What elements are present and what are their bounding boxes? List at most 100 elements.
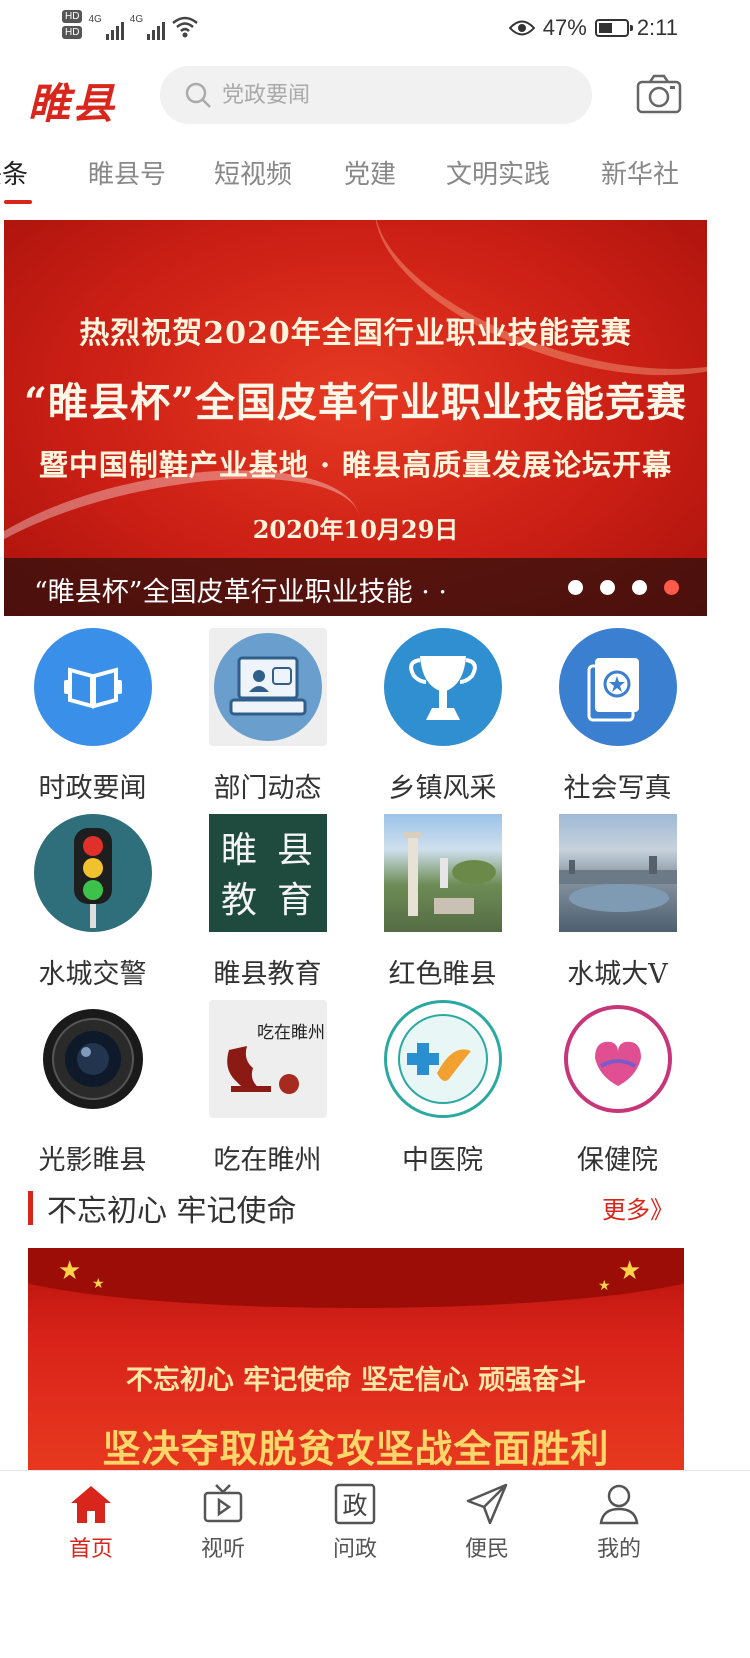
carousel-dots bbox=[568, 580, 679, 595]
grid-item-tcm-hospital[interactable]: 中医院 bbox=[355, 1000, 530, 1177]
grid-item-label: 乡镇风采 bbox=[388, 773, 497, 804]
politics-char: 政 bbox=[342, 1491, 367, 1520]
nav-audio-video[interactable]: 视听 bbox=[168, 1481, 278, 1563]
tv-play-icon bbox=[203, 1484, 243, 1523]
blackboard-char: 教 bbox=[220, 880, 256, 921]
poster-headline: 坚决夺取脱贫攻坚战全面胜利 bbox=[102, 1426, 610, 1471]
network-indicators: HD HD 4G 4G bbox=[62, 10, 199, 40]
tab-headlines[interactable]: 头条 bbox=[0, 154, 28, 191]
eye-icon bbox=[508, 20, 535, 36]
more-link[interactable]: 更多》 bbox=[602, 1190, 674, 1225]
photo-book-icon bbox=[558, 628, 677, 746]
banner-headline-1: 热烈祝贺2020年全国行业职业技能竞赛 bbox=[79, 316, 632, 351]
grid-item-red-suixian[interactable]: 红色睢县 bbox=[355, 814, 530, 991]
computer-icon bbox=[208, 628, 327, 746]
paper-plane-icon bbox=[466, 1483, 508, 1525]
banner-headline-3: 暨中国制鞋产业基地 · 睢县高质量发展论坛开幕 bbox=[38, 448, 673, 482]
traffic-light-icon bbox=[33, 814, 152, 932]
maternal-health-logo-icon bbox=[558, 1000, 677, 1118]
blackboard-char: 睢 bbox=[220, 830, 256, 871]
user-icon bbox=[599, 1484, 639, 1525]
tab-civilization-practice[interactable]: 文明实践 bbox=[446, 154, 550, 191]
grid-item-label: 时政要闻 bbox=[38, 773, 147, 804]
wifi-icon bbox=[172, 16, 198, 38]
banner-caption-bar: “睢县杯”全国皮革行业职业技能 · · bbox=[4, 558, 707, 616]
carousel-dot[interactable] bbox=[600, 580, 615, 595]
grid-item-maternal-health[interactable]: 保健院 bbox=[530, 1000, 705, 1177]
grid-item-traffic-police[interactable]: 水城交警 bbox=[5, 814, 180, 991]
status-bar: HD HD 4G 4G 47% 2:11 bbox=[0, 0, 750, 60]
nav-label: 视听 bbox=[200, 1537, 245, 1562]
city-lake-photo bbox=[558, 814, 677, 932]
banner-carousel[interactable]: 热烈祝贺2020年全国行业职业技能竞赛 “睢县杯”全国皮革行业职业技能竞赛 暨中… bbox=[4, 220, 707, 616]
grid-item-eat-suizhou[interactable]: 吃在睢州 吃在睢州 bbox=[180, 1000, 355, 1177]
battery-icon bbox=[594, 19, 633, 37]
bottom-navigation: 首页 视听 政 问政 便民 我的 bbox=[0, 1470, 750, 1658]
clock: 2:11 bbox=[636, 15, 678, 40]
battery-percent: 47% bbox=[542, 15, 587, 40]
carousel-dot[interactable] bbox=[632, 580, 647, 595]
grid-item-township-style[interactable]: 乡镇风采 bbox=[355, 628, 530, 805]
blackboard-char: 县 bbox=[276, 830, 312, 871]
banner-caption: “睢县杯”全国皮革行业职业技能 · · bbox=[34, 577, 447, 608]
grid-item-department-news[interactable]: 部门动态 bbox=[180, 628, 355, 805]
section-accent-bar bbox=[28, 1191, 33, 1225]
channel-tabs: 头条 睢县号 短视频 党建 文明实践 新华社 bbox=[0, 146, 750, 210]
nav-label: 我的 bbox=[596, 1537, 641, 1562]
grid-item-label: 保健院 bbox=[577, 1145, 658, 1176]
grid-item-big-v[interactable]: 水城大V bbox=[530, 814, 705, 991]
poster-slogan: 不忘初心 牢记使命 坚定信心 顽强奋斗 bbox=[125, 1365, 587, 1396]
grid-item-label: 吃在睢州 bbox=[213, 1145, 322, 1176]
nav-label: 便民 bbox=[464, 1537, 509, 1562]
hd-badge: HD bbox=[62, 26, 83, 39]
nav-inquiry[interactable]: 政 问政 bbox=[300, 1481, 410, 1563]
tab-short-video[interactable]: 短视频 bbox=[214, 154, 292, 191]
trophy-icon bbox=[383, 628, 502, 746]
nav-home[interactable]: 首页 bbox=[36, 1481, 146, 1563]
grid-item-label: 社会写真 bbox=[563, 773, 672, 804]
search-input[interactable] bbox=[222, 82, 562, 108]
section-title: 不忘初心 牢记使命 bbox=[47, 1194, 297, 1229]
nav-mine[interactable]: 我的 bbox=[564, 1481, 674, 1563]
grid-item-label: 光影睢县 bbox=[38, 1145, 147, 1176]
grid-item-society-photo[interactable]: 社会写真 bbox=[530, 628, 705, 805]
grid-item-label: 水城大V bbox=[567, 959, 668, 990]
grid-item-label: 部门动态 bbox=[213, 773, 322, 804]
section-header: 不忘初心 牢记使命 bbox=[28, 1188, 297, 1229]
grid-item-politics-news[interactable]: 时政要闻 bbox=[5, 628, 180, 805]
signal-icon: 4G bbox=[130, 14, 166, 40]
calligraphy-text: 吃在睢州 bbox=[257, 1023, 325, 1043]
grid-item-label: 红色睢县 bbox=[388, 959, 497, 990]
feature-poster[interactable]: ★ ★ ★ ★ 不忘初心 牢记使命 坚定信心 顽强奋斗 坚决夺取脱贫攻坚战全面胜… bbox=[28, 1248, 684, 1478]
grid-item-label: 睢县教育 bbox=[213, 959, 322, 990]
app-header: 睢县 bbox=[0, 64, 750, 132]
hospital-logo-icon bbox=[383, 1000, 502, 1118]
nav-label: 首页 bbox=[68, 1537, 113, 1562]
grid-item-label: 水城交警 bbox=[38, 959, 147, 990]
active-tab-indicator bbox=[4, 200, 32, 204]
grid-item-light-shadow[interactable]: 光影睢县 bbox=[5, 1000, 180, 1177]
politics-icon: 政 bbox=[334, 1483, 376, 1525]
monument-photo bbox=[383, 814, 502, 932]
grid-item-education[interactable]: 睢 县 教 育 睢县教育 bbox=[180, 814, 355, 991]
banner-date: 2020年10月29日 bbox=[252, 515, 459, 544]
tab-party-building[interactable]: 党建 bbox=[344, 154, 396, 191]
blackboard-char: 育 bbox=[276, 880, 312, 921]
nav-label: 问政 bbox=[332, 1537, 377, 1562]
camera-icon[interactable] bbox=[636, 74, 682, 114]
hd-badge: HD bbox=[62, 10, 83, 23]
tab-xinhua[interactable]: 新华社 bbox=[601, 154, 679, 191]
home-icon bbox=[71, 1486, 111, 1523]
tab-suixian-hao[interactable]: 睢县号 bbox=[88, 154, 166, 191]
carousel-dot-active[interactable] bbox=[664, 580, 679, 595]
food-calligraphy-icon: 吃在睢州 bbox=[208, 1000, 327, 1118]
search-bar[interactable] bbox=[160, 66, 592, 124]
carousel-dot[interactable] bbox=[568, 580, 583, 595]
grid-item-label: 中医院 bbox=[402, 1145, 483, 1176]
app-logo[interactable]: 睢县 bbox=[28, 70, 116, 131]
blackboard-icon: 睢 县 教 育 bbox=[208, 814, 327, 932]
search-icon bbox=[185, 82, 211, 108]
camera-lens-icon bbox=[34, 1000, 152, 1118]
book-icon bbox=[33, 628, 152, 746]
nav-convenience[interactable]: 便民 bbox=[432, 1481, 542, 1563]
